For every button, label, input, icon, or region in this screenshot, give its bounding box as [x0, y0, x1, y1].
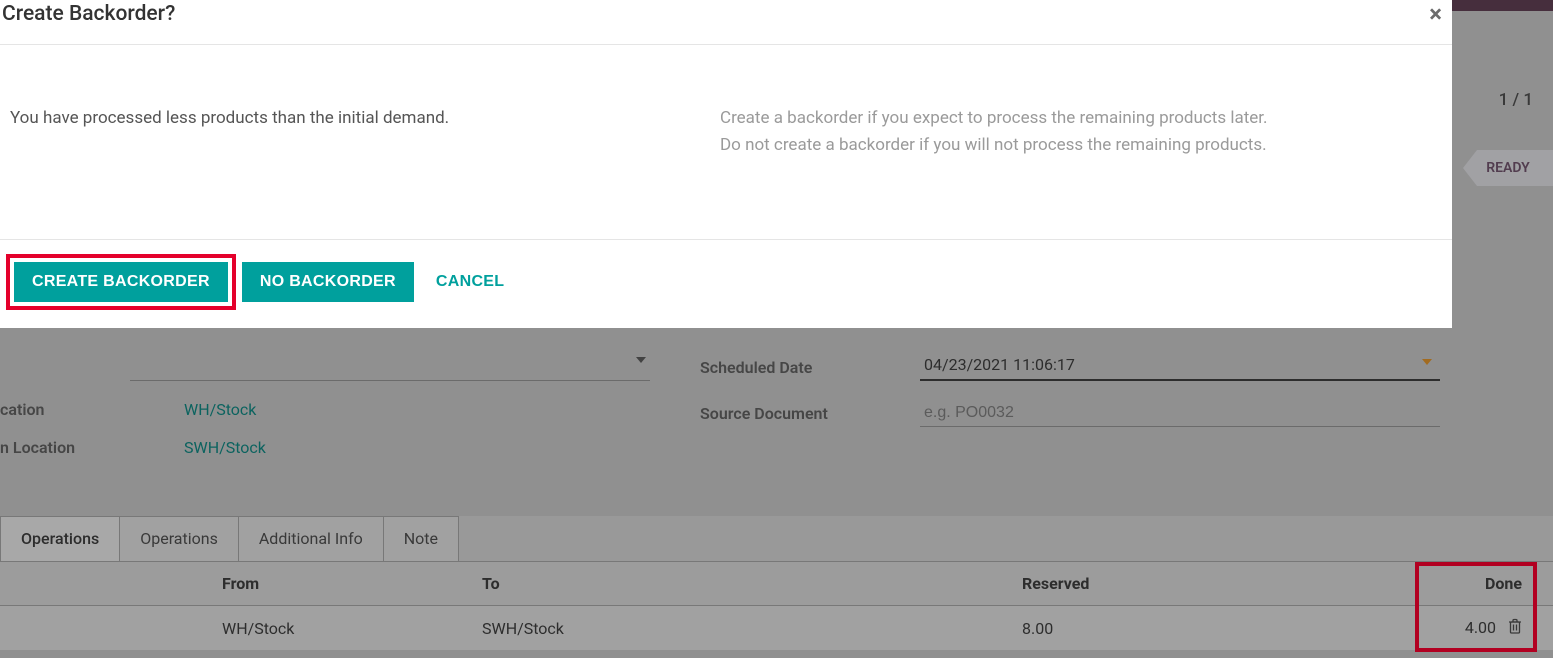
status-ready[interactable]: READY: [1463, 150, 1553, 186]
scheduled-date-label: Scheduled Date: [700, 358, 920, 377]
modal-message-left: You have processed less products than th…: [10, 105, 720, 159]
modal-hint-line2: Do not create a backorder if you will no…: [720, 132, 1442, 159]
no-backorder-button[interactable]: NO BACKORDER: [242, 262, 414, 302]
tab-operations[interactable]: Operations: [119, 516, 239, 561]
tab-detailed-operations[interactable]: Operations: [0, 516, 120, 561]
cell-from: WH/Stock: [0, 619, 482, 638]
done-value[interactable]: 4.00: [1465, 618, 1496, 637]
col-from: From: [0, 574, 482, 593]
pager[interactable]: 1 / 1: [1499, 90, 1533, 110]
scheduled-date-input[interactable]: 04/23/2021 11:06:17: [920, 353, 1440, 381]
cell-to: SWH/Stock: [482, 619, 1022, 638]
operations-table: From To Reserved Done WH/Stock SWH/Stock…: [0, 562, 1553, 650]
tabs: Operations Operations Additional Info No…: [0, 516, 1553, 562]
chevron-down-icon: [636, 357, 646, 363]
modal-hint-line1: Create a backorder if you expect to proc…: [720, 105, 1442, 132]
source-location-label: cation: [0, 400, 130, 419]
source-document-input[interactable]: [920, 399, 1440, 427]
col-to: To: [482, 574, 1022, 593]
col-done: Done: [1402, 574, 1532, 593]
table-row[interactable]: WH/Stock SWH/Stock 8.00 4.00: [0, 606, 1553, 650]
source-document-label: Source Document: [700, 404, 920, 423]
cancel-button[interactable]: CANCEL: [428, 262, 512, 302]
modal-message-right: Create a backorder if you expect to proc…: [720, 105, 1442, 159]
create-backorder-modal: Create Backorder? × You have processed l…: [0, 0, 1452, 328]
modal-title: Create Backorder?: [2, 2, 175, 26]
cell-reserved: 8.00: [1022, 619, 1402, 638]
cell-done[interactable]: 4.00: [1402, 618, 1532, 639]
chevron-down-icon: [1422, 359, 1432, 365]
operation-type-select[interactable]: [130, 353, 650, 381]
tab-additional-info[interactable]: Additional Info: [238, 516, 384, 561]
destination-location-label: n Location: [0, 438, 130, 457]
table-header: From To Reserved Done: [0, 562, 1553, 606]
destination-location-value[interactable]: SWH/Stock: [184, 438, 266, 457]
tab-note[interactable]: Note: [383, 516, 459, 561]
trash-icon[interactable]: [1508, 618, 1522, 638]
create-backorder-button[interactable]: CREATE BACKORDER: [14, 262, 228, 302]
source-location-value[interactable]: WH/Stock: [184, 400, 256, 419]
close-icon[interactable]: ×: [1429, 2, 1442, 26]
col-reserved: Reserved: [1022, 574, 1402, 593]
